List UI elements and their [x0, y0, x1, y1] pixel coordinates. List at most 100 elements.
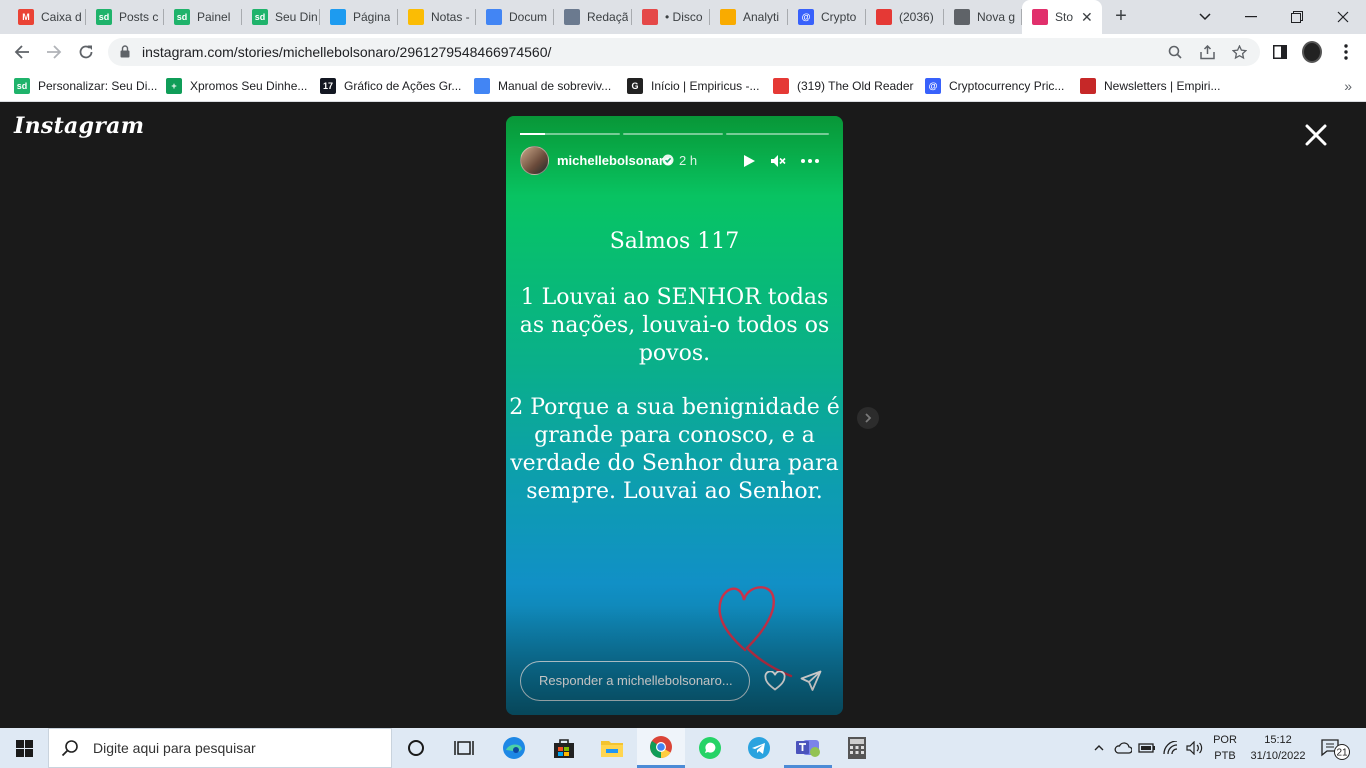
- page-scrollbar[interactable]: [1349, 103, 1366, 728]
- taskbar-telegram[interactable]: [735, 728, 783, 768]
- chevron-right-icon: [865, 413, 872, 423]
- story-verse-2: 2 Porque a sua benignidade é grande para…: [506, 394, 843, 506]
- browser-tab[interactable]: Analyti: [710, 0, 788, 34]
- oldreader-icon: [876, 9, 892, 25]
- taskbar-teams[interactable]: [784, 728, 832, 768]
- taskbar-file-explorer[interactable]: [588, 728, 636, 768]
- close-tab-button[interactable]: ✕: [1081, 9, 1093, 26]
- browser-tab-label: Painel: [197, 10, 231, 24]
- taskbar-clock[interactable]: 15:12 31/10/2022: [1244, 732, 1312, 764]
- show-hidden-icons-button[interactable]: [1090, 728, 1108, 768]
- bookmark-item[interactable]: sd Personalizar: Seu Di...: [14, 76, 157, 96]
- close-window-button[interactable]: [1320, 0, 1366, 34]
- like-story-button[interactable]: [762, 668, 788, 694]
- new-tab-button[interactable]: +: [1110, 6, 1132, 28]
- bookmark-item[interactable]: 17 Gráfico de Ações Gr...: [320, 76, 461, 96]
- story-options-button[interactable]: [800, 151, 820, 171]
- browser-tab[interactable]: Página: [320, 0, 398, 34]
- taskbar-store[interactable]: [540, 728, 588, 768]
- cortana-button[interactable]: [392, 728, 440, 768]
- forward-button[interactable]: [42, 40, 66, 64]
- browser-tab[interactable]: sd Seu Din: [242, 0, 320, 34]
- story-user-avatar[interactable]: [520, 146, 549, 175]
- wifi-tray-button[interactable]: [1160, 728, 1182, 768]
- browser-tab[interactable]: (2036): [866, 0, 944, 34]
- browser-tab[interactable]: sd Posts c: [86, 0, 164, 34]
- browser-tab[interactable]: sd Painel: [164, 0, 242, 34]
- battery-icon: [1138, 743, 1155, 753]
- docs-icon: [474, 78, 490, 94]
- taskbar-chrome[interactable]: [637, 728, 685, 768]
- browser-tab[interactable]: @ Crypto: [788, 0, 866, 34]
- restore-button[interactable]: [1274, 0, 1320, 34]
- bookmark-item[interactable]: @ Cryptocurrency Pric...: [925, 76, 1064, 96]
- volume-tray-button[interactable]: [1184, 728, 1206, 768]
- browser-tab-label: Docum: [509, 10, 548, 24]
- taskbar-search-box[interactable]: Digite aqui para pesquisar: [48, 728, 392, 768]
- bookmark-item[interactable]: Manual de sobreviv...: [474, 76, 611, 96]
- browser-menu-button[interactable]: [1336, 42, 1356, 62]
- battery-tray-button[interactable]: [1136, 728, 1158, 768]
- story-username[interactable]: michellebolsonaro: [557, 153, 672, 168]
- share-story-button[interactable]: [798, 668, 824, 694]
- profile-avatar: [1302, 41, 1322, 63]
- browser-tab-label: Redaçã: [587, 10, 629, 24]
- browser-tab-label: Crypto: [821, 10, 857, 24]
- wifi-icon: [1163, 741, 1178, 755]
- back-button[interactable]: [10, 40, 34, 64]
- browser-tab[interactable]: • Disco: [632, 0, 710, 34]
- bookmark-star-button[interactable]: [1230, 43, 1248, 61]
- address-bar[interactable]: instagram.com/stories/michellebolsonaro/…: [108, 38, 1260, 66]
- coinmarketcap-icon: @: [925, 78, 941, 94]
- profile-button[interactable]: [1302, 41, 1322, 63]
- minimize-button[interactable]: [1228, 0, 1274, 34]
- sd-icon: sd: [96, 9, 112, 25]
- heart-icon: [764, 671, 786, 691]
- browser-tab-label: Analyti: [743, 10, 780, 24]
- next-story-button[interactable]: [857, 407, 879, 429]
- chrome-icon: [954, 9, 970, 25]
- browser-tab[interactable]: Sto ✕: [1022, 0, 1102, 34]
- reply-input[interactable]: Responder a michellebolsonaro...: [520, 661, 750, 701]
- language-indicator[interactable]: POR PTB: [1210, 732, 1240, 764]
- more-bookmarks-button[interactable]: »: [1344, 78, 1352, 94]
- close-story-button[interactable]: [1302, 121, 1330, 149]
- close-icon: [1337, 11, 1349, 23]
- story-progress-bar: [623, 133, 723, 135]
- windows-logo-icon: [15, 739, 33, 757]
- browser-tab[interactable]: M Caixa d: [8, 0, 86, 34]
- notification-center-button[interactable]: 21: [1318, 736, 1352, 760]
- mute-button[interactable]: [768, 151, 788, 171]
- browser-tab[interactable]: Docum: [476, 0, 554, 34]
- browser-tab-label: Sto: [1055, 10, 1074, 24]
- more-horizontal-icon: [801, 159, 819, 163]
- bookmark-item[interactable]: (319) The Old Reader: [773, 76, 914, 96]
- clock-date: 31/10/2022: [1250, 750, 1306, 762]
- taskbar-whatsapp[interactable]: [686, 728, 734, 768]
- onedrive-tray-button[interactable]: [1112, 728, 1134, 768]
- keyboard-layout: PTB: [1214, 750, 1236, 762]
- browser-tab[interactable]: Nova g: [944, 0, 1022, 34]
- bookmark-item[interactable]: + Xpromos Seu Dinhe...: [166, 76, 307, 96]
- tab-search-button[interactable]: [1182, 0, 1228, 34]
- bookmark-item[interactable]: G Início | Empiricus -...: [627, 76, 759, 96]
- bookmark-item[interactable]: Newsletters | Empiri...: [1080, 76, 1220, 96]
- browser-tab[interactable]: Redaçã: [554, 0, 632, 34]
- task-view-button[interactable]: [440, 728, 488, 768]
- share-button[interactable]: [1198, 43, 1216, 61]
- instagram-logo[interactable]: Instagram: [14, 113, 144, 139]
- browser-tab[interactable]: Notas -: [398, 0, 476, 34]
- sheets-icon: +: [166, 78, 182, 94]
- sd-icon: sd: [252, 9, 268, 25]
- reload-button[interactable]: [74, 40, 98, 64]
- browser-tab-label: Notas -: [431, 10, 470, 24]
- url-text: instagram.com/stories/michellebolsonaro/…: [142, 44, 552, 60]
- taskbar-edge[interactable]: [490, 728, 538, 768]
- zoom-button[interactable]: [1166, 43, 1184, 61]
- side-panel-button[interactable]: [1270, 42, 1290, 62]
- start-button[interactable]: [0, 728, 48, 768]
- story-card[interactable]: michellebolsonaro 2 h Salmos 117 1 Louva…: [506, 116, 843, 715]
- taskbar-calculator[interactable]: [833, 728, 881, 768]
- docs-icon: [486, 9, 502, 25]
- play-button[interactable]: [739, 151, 759, 171]
